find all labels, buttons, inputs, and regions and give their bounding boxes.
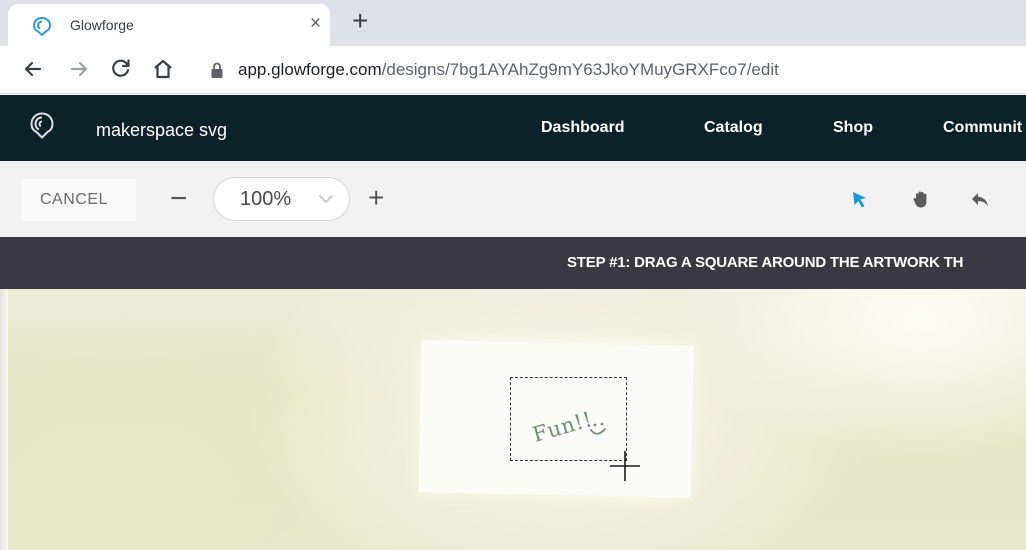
address-bar[interactable]: app.glowforge.com/designs/7bg1AYAhZg9mY6… (196, 51, 1026, 89)
new-tab-button[interactable]: + (352, 6, 368, 36)
forward-arrow-icon[interactable] (66, 56, 92, 82)
back-arrow-icon[interactable] (20, 56, 46, 82)
step-banner: STEP #1: DRAG A SQUARE AROUND THE ARTWOR… (0, 237, 1026, 289)
cancel-label: CANCEL (40, 191, 108, 208)
browser-toolbar: app.glowforge.com/designs/7bg1AYAhZg9mY6… (0, 46, 1026, 94)
cancel-button[interactable]: CANCEL (22, 179, 136, 221)
reload-icon[interactable] (108, 56, 134, 82)
nav-shop[interactable]: Shop (833, 119, 873, 137)
design-title[interactable]: makerspace svg (96, 120, 227, 141)
step-instruction: STEP #1: DRAG A SQUARE AROUND THE ARTWOR… (567, 254, 964, 271)
browser-tabstrip: Glowforge × + (0, 0, 1026, 46)
zoom-select[interactable]: 100% (213, 177, 350, 221)
glowforge-favicon-icon (32, 16, 52, 36)
editor-toolbar: CANCEL − 100% + (0, 161, 1026, 237)
nav-dashboard[interactable]: Dashboard (541, 119, 625, 137)
camera-view[interactable]: Fun!! (0, 289, 1026, 550)
lock-icon (211, 62, 223, 78)
zoom-in-button[interactable]: + (368, 181, 384, 215)
nav-catalog[interactable]: Catalog (704, 119, 763, 137)
app-header: makerspace svg Dashboard Catalog Shop Co… (0, 95, 1026, 161)
url-path: /designs/7bg1AYAhZg9mY63JkoYMuyGRXFco7/e… (381, 60, 779, 79)
crosshair-cursor-icon (610, 451, 640, 481)
select-arrow-icon[interactable] (849, 189, 871, 211)
url-host: app.glowforge.com (238, 60, 382, 79)
browser-tab[interactable]: Glowforge × (8, 4, 330, 46)
undo-icon[interactable] (969, 189, 991, 211)
panel-edge (0, 289, 8, 550)
zoom-value: 100% (240, 188, 292, 210)
home-icon[interactable] (150, 56, 176, 82)
zoom-out-button[interactable]: − (170, 181, 188, 217)
chevron-down-icon (319, 195, 333, 203)
glowforge-logo-icon[interactable] (28, 111, 56, 139)
hand-pan-icon[interactable] (911, 189, 933, 211)
tab-close-icon[interactable]: × (310, 14, 321, 34)
nav-community[interactable]: Communit (943, 119, 1022, 137)
url-text: app.glowforge.com/designs/7bg1AYAhZg9mY6… (238, 60, 779, 80)
tab-title: Glowforge (70, 17, 134, 33)
